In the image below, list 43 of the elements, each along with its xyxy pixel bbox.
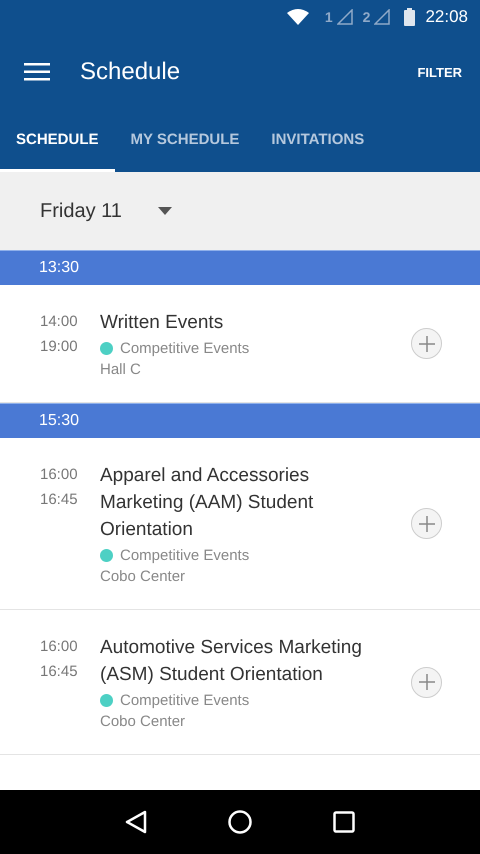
event-location: Cobo Center bbox=[100, 713, 186, 730]
menu-button[interactable] bbox=[24, 63, 50, 81]
signal-icon bbox=[336, 9, 353, 25]
day-dropdown[interactable]: Friday 11 bbox=[0, 172, 480, 250]
time-header: 13:30 bbox=[0, 250, 480, 285]
signal-icon bbox=[374, 9, 390, 25]
add-button[interactable] bbox=[411, 328, 442, 359]
event-row[interactable]: 16:00 16:45 Automotive Services Marketing (ASM) Student Orientation Competitive Events Cobo Center bbox=[0, 610, 480, 755]
event-category: Competitive Events bbox=[120, 340, 250, 357]
time-header: 15:30 bbox=[0, 403, 480, 438]
start-time: 16:00 bbox=[40, 466, 79, 483]
add-button[interactable] bbox=[411, 508, 442, 539]
plus-icon bbox=[418, 336, 434, 352]
start-time: 14:00 bbox=[40, 313, 79, 330]
wifi-icon bbox=[286, 9, 309, 25]
tab[interactable]: INVITATIONS bbox=[255, 110, 380, 172]
caret-icon bbox=[158, 207, 172, 215]
tab[interactable]: MY SCHEDULE bbox=[114, 110, 256, 172]
event-title: Written Events bbox=[100, 311, 224, 335]
plus-icon bbox=[418, 674, 434, 690]
event-category: Competitive Events bbox=[120, 547, 250, 564]
screen-title: Schedule bbox=[80, 58, 182, 86]
menu-icon bbox=[24, 63, 50, 81]
event-location: Hall C bbox=[100, 361, 142, 378]
event-row[interactable]: 16:00 16:45 Apparel and Accessories Marketing (AAM) Student Orientation Competitive Events Cobo Center bbox=[0, 438, 480, 610]
recents-icon[interactable] bbox=[332, 811, 355, 833]
battery-icon bbox=[404, 8, 416, 26]
event-title: Apparel and Accessories Marketing (AAM) Student Orientation bbox=[100, 464, 314, 542]
end-time: 16:45 bbox=[40, 491, 79, 508]
event-category: Competitive Events bbox=[120, 692, 250, 709]
sim-label: 1 bbox=[324, 9, 333, 25]
home-icon[interactable] bbox=[228, 810, 252, 834]
clock-time: 22:08 bbox=[425, 7, 468, 27]
plus-icon bbox=[418, 516, 434, 532]
filter-button[interactable]: FILTER bbox=[417, 64, 462, 80]
sim-label: 2 bbox=[362, 9, 370, 25]
start-time: 16:00 bbox=[40, 638, 79, 655]
end-time: 16:45 bbox=[40, 663, 79, 680]
add-button[interactable] bbox=[411, 666, 442, 698]
event-location: Cobo Center bbox=[100, 568, 186, 585]
event-title: Automotive Services Marketing (ASM) Student Orientation bbox=[100, 636, 363, 687]
back-icon[interactable] bbox=[125, 810, 148, 834]
end-time: 19:00 bbox=[40, 338, 79, 355]
